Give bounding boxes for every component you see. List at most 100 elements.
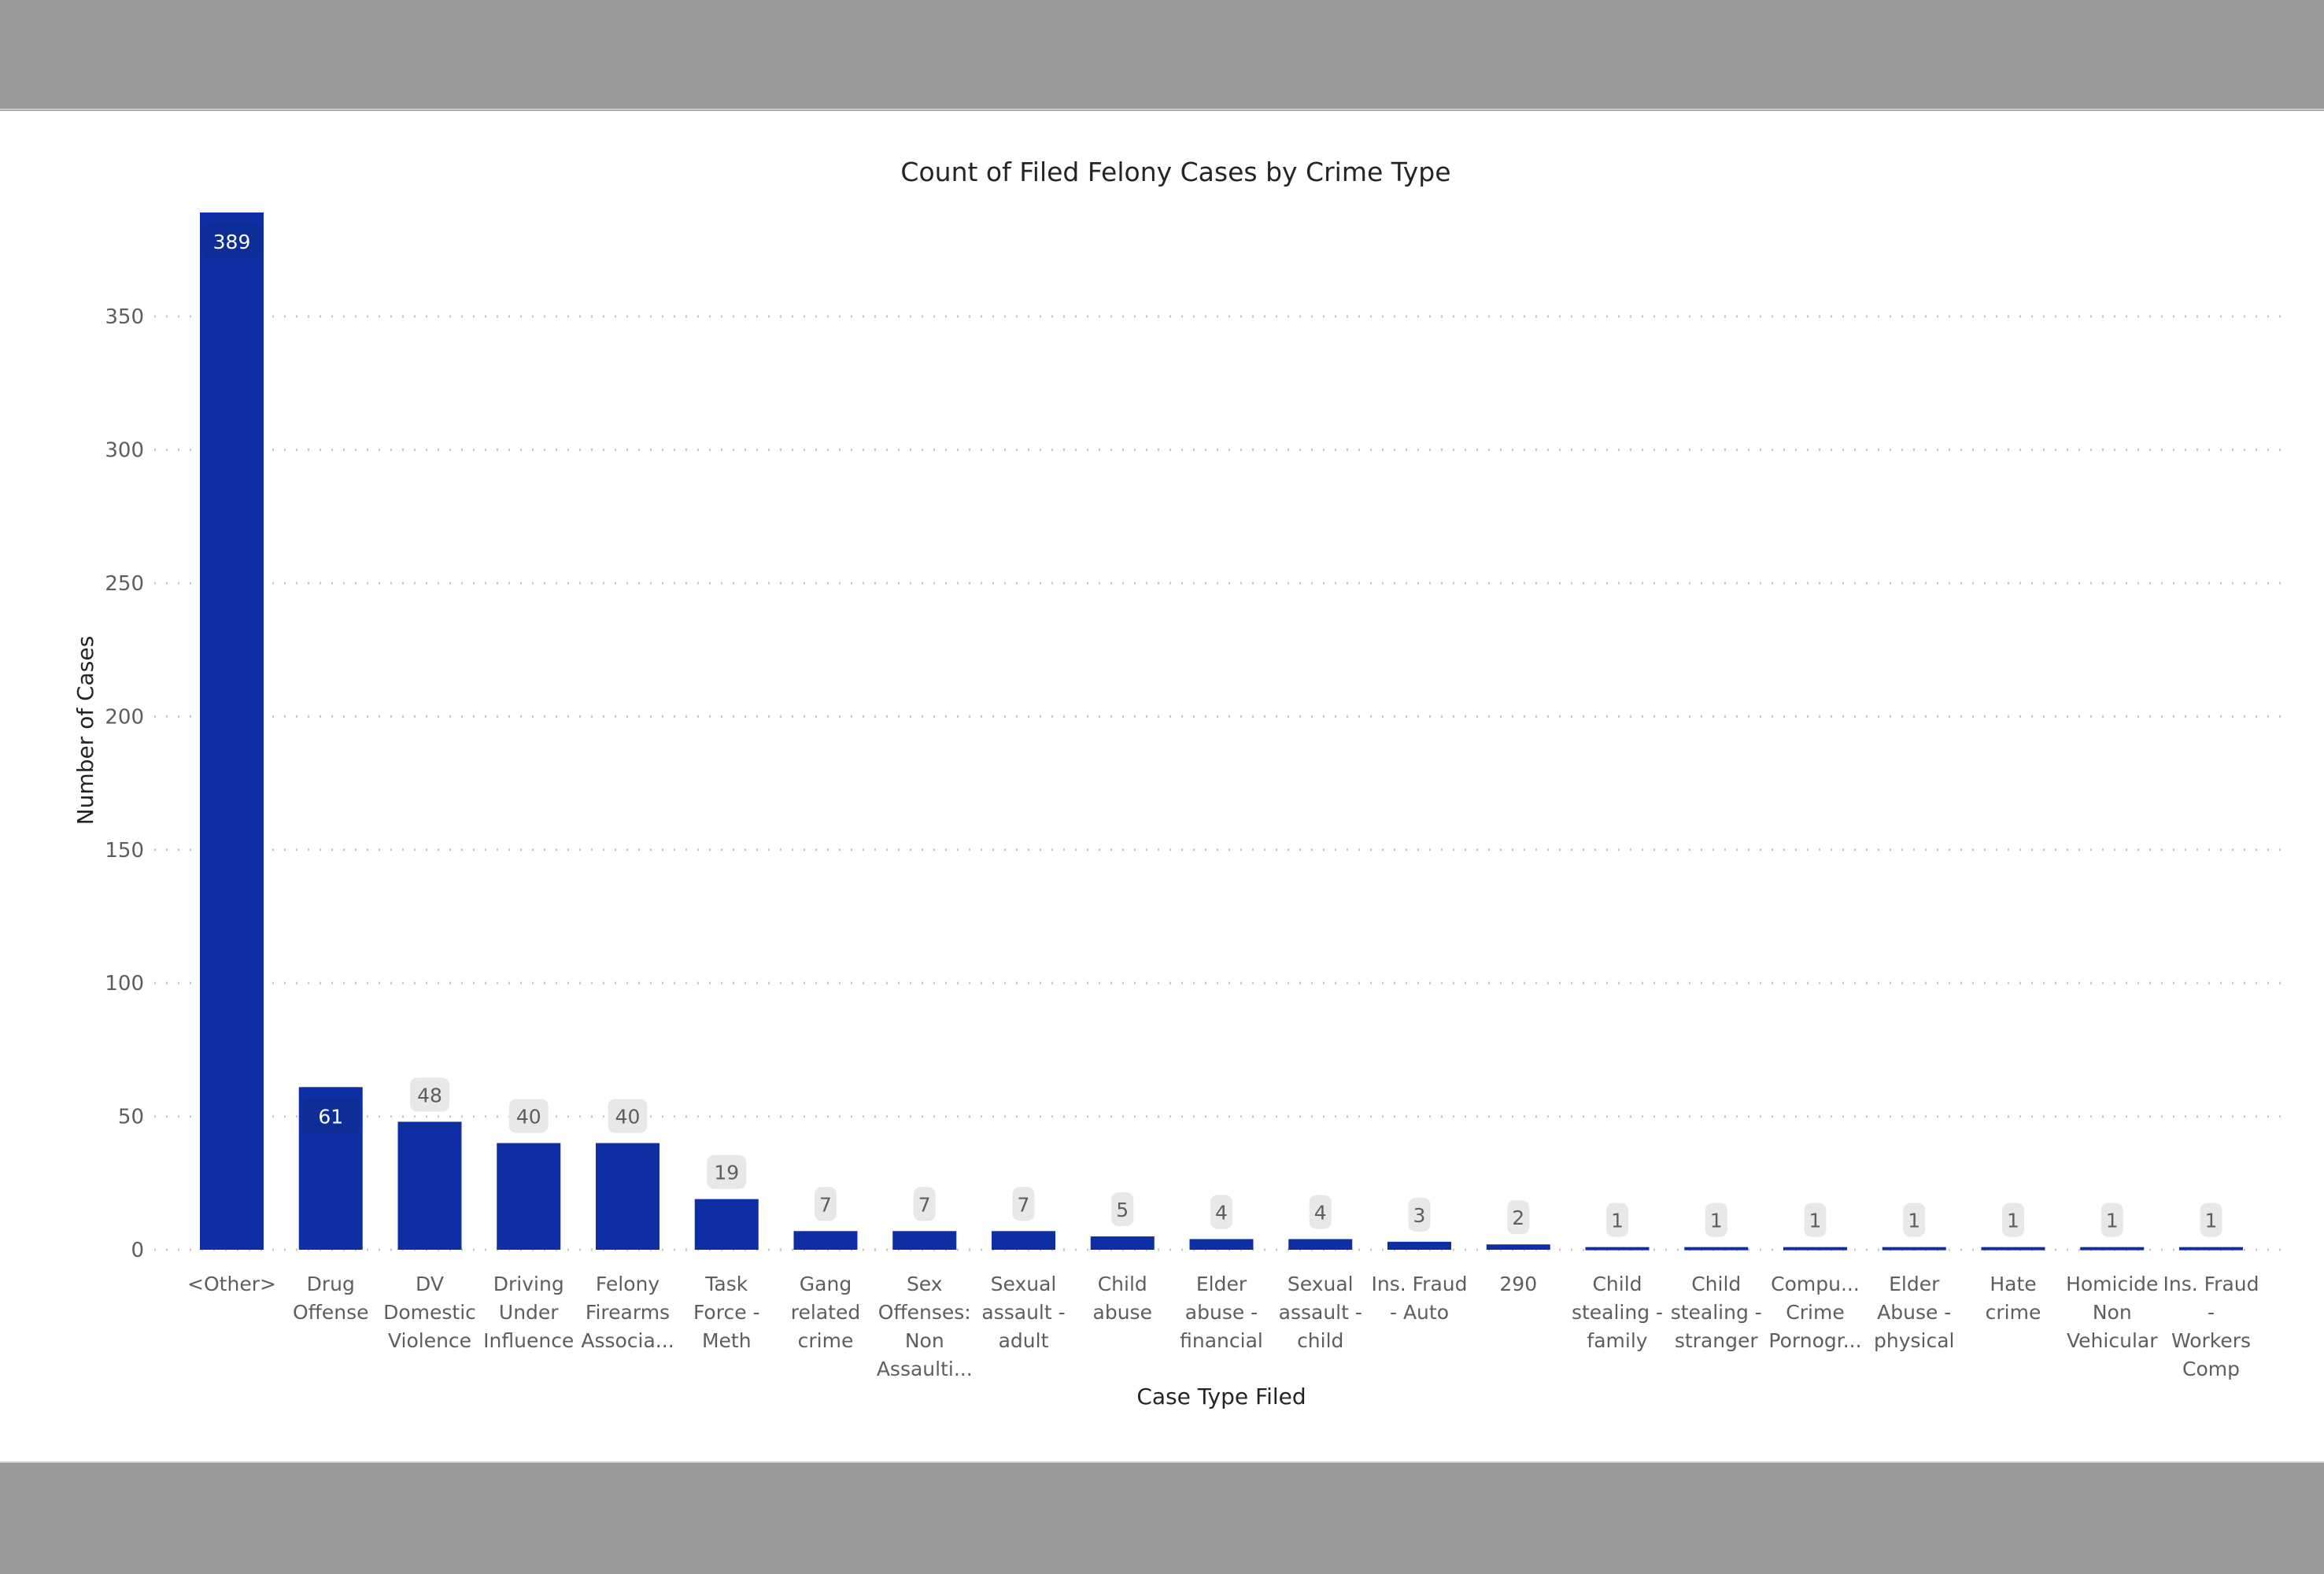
data-labels: 389 61 48 40 40 19 7 7 7 5 4 4 3 2 1 1 1 1 1 1 1 <box>203 224 2222 1237</box>
x-tick-label-line: Elder <box>1889 1273 1940 1295</box>
y-tick-label: 200 <box>105 705 144 729</box>
x-tick-label-line: Offense <box>293 1301 369 1324</box>
x-tick-label-line: <Other> <box>187 1273 276 1295</box>
x-tick-label-line: Homicide <box>2066 1273 2158 1295</box>
x-tick-label: Sex Offenses: Non Assaulti... <box>877 1273 973 1380</box>
x-tick-label: Gang related crime <box>791 1273 860 1352</box>
bar <box>1585 1247 1650 1251</box>
y-axis-title: Number of Cases <box>72 636 98 825</box>
x-tick-label-line: Child <box>1592 1273 1642 1295</box>
x-axis-ticks: <Other> Drug Offense DV Domestic Violence Driv… <box>187 1273 2259 1380</box>
bar <box>1090 1236 1155 1250</box>
data-label: 2 <box>1512 1206 1524 1229</box>
x-tick-label-line: crime <box>1986 1301 2041 1324</box>
x-tick-label-line: stealing - <box>1671 1301 1762 1324</box>
x-tick-label-line: Sexual <box>1288 1273 1354 1295</box>
y-tick-label: 250 <box>105 572 144 596</box>
x-axis-title: Case Type Filed <box>1136 1384 1306 1410</box>
x-tick-label-line: Hate <box>1990 1273 2036 1295</box>
x-tick-label-line: Meth <box>702 1329 752 1352</box>
bar-chart: Count of Filed Felony Cases by Crime Typ… <box>72 157 2282 1410</box>
data-label: 7 <box>819 1193 832 1216</box>
x-tick-label-line: Firearms <box>586 1301 670 1324</box>
gridlines <box>154 315 2282 1251</box>
x-tick-label-line: family <box>1587 1329 1647 1352</box>
bar <box>694 1199 759 1250</box>
data-label: 1 <box>2205 1210 2218 1232</box>
bar <box>1387 1241 1451 1250</box>
x-tick-label-line: Offenses: <box>878 1301 971 1324</box>
bar <box>2179 1247 2243 1251</box>
x-tick-label-line: assault - <box>981 1301 1065 1324</box>
bar <box>1882 1247 1946 1251</box>
x-tick-label-line: crime <box>798 1329 854 1352</box>
chart-title: Count of Filed Felony Cases by Crime Typ… <box>900 157 1450 187</box>
y-tick-label: 150 <box>105 839 144 863</box>
x-tick-label: Hate crime <box>1986 1273 2041 1324</box>
y-tick-label: 100 <box>105 972 144 996</box>
x-tick-label: Ins. Fraud - Auto <box>1371 1273 1467 1324</box>
data-label: 1 <box>1809 1210 1822 1232</box>
x-tick-label-line: Elder <box>1196 1273 1247 1295</box>
data-label: 1 <box>1710 1210 1723 1232</box>
x-tick-label: 290 <box>1499 1273 1537 1295</box>
y-tick-label: 50 <box>118 1106 144 1129</box>
data-label: 7 <box>918 1193 931 1216</box>
x-tick-label: Homicide Non Vehicular <box>2066 1273 2158 1352</box>
bar <box>793 1231 858 1250</box>
x-tick-label-line: Child <box>1098 1273 1147 1295</box>
x-tick-label: Sexual assault - adult <box>981 1273 1065 1352</box>
x-tick-label: Child stealing - stranger <box>1671 1273 1762 1352</box>
x-tick-label-line: Drug <box>307 1273 355 1295</box>
bar <box>992 1231 1055 1250</box>
x-tick-label-line: Pornogr... <box>1768 1329 1861 1352</box>
x-tick-label-line: Felony <box>596 1273 660 1295</box>
x-tick-label-line: financial <box>1180 1329 1263 1352</box>
x-tick-label-line: DV <box>416 1273 444 1295</box>
x-tick-label: Drug Offense <box>293 1273 369 1324</box>
bar <box>2080 1247 2145 1251</box>
x-tick-label: Elder Abuse - physical <box>1874 1273 1955 1352</box>
data-label: 1 <box>1908 1210 1920 1232</box>
bar <box>1684 1247 1749 1251</box>
x-tick-label: Driving Under Influence <box>483 1273 574 1352</box>
x-tick-label-line: abuse <box>1093 1301 1152 1324</box>
x-tick-label-line: Vehicular <box>2067 1329 2158 1352</box>
x-tick-label-line: Child <box>1691 1273 1741 1295</box>
x-tick-label-line: Sexual <box>991 1273 1057 1295</box>
x-tick-label: Elder abuse - financial <box>1180 1273 1263 1352</box>
x-tick-label-line: Comp <box>2182 1358 2240 1380</box>
y-axis-ticks: 0 50 100 150 200 250 300 350 <box>105 305 144 1262</box>
bar <box>497 1143 561 1250</box>
x-tick-label-line: Compu... <box>1771 1273 1860 1295</box>
data-label: 40 <box>615 1105 641 1128</box>
data-label: 3 <box>1413 1204 1426 1227</box>
data-label: 40 <box>516 1105 541 1128</box>
x-tick-label: Ins. Fraud - Workers Comp <box>2163 1273 2259 1380</box>
bar <box>892 1231 957 1250</box>
x-tick-label-line: Violence <box>388 1329 471 1352</box>
data-label: 1 <box>2007 1210 2019 1232</box>
data-label: 61 <box>318 1105 343 1128</box>
data-label: 7 <box>1018 1193 1030 1216</box>
x-tick-label-line: Workers <box>2171 1329 2251 1352</box>
x-tick-label-line: Gang <box>800 1273 852 1295</box>
x-tick-label-line: Associa... <box>581 1329 674 1352</box>
data-label: 4 <box>1314 1201 1327 1224</box>
x-tick-label: Child abuse <box>1093 1273 1152 1324</box>
data-label: 5 <box>1116 1199 1129 1221</box>
data-label: 19 <box>714 1162 739 1184</box>
x-tick-label: DV Domestic Violence <box>383 1273 476 1352</box>
y-tick-label: 350 <box>105 305 144 329</box>
x-tick-label: Compu... Crime Pornogr... <box>1768 1273 1861 1352</box>
x-tick-label-line: stealing - <box>1572 1301 1663 1324</box>
data-label: 48 <box>417 1084 442 1107</box>
bar <box>397 1121 462 1250</box>
bar <box>200 212 264 1250</box>
x-tick-label-line: Ins. Fraud <box>1371 1273 1467 1295</box>
x-tick-label-line: Force - <box>693 1301 760 1324</box>
x-tick-label: <Other> <box>187 1273 276 1295</box>
x-tick-label-line: - Auto <box>1390 1301 1449 1324</box>
x-tick-label-line: Assaulti... <box>877 1358 973 1380</box>
data-label: 1 <box>1611 1210 1624 1232</box>
